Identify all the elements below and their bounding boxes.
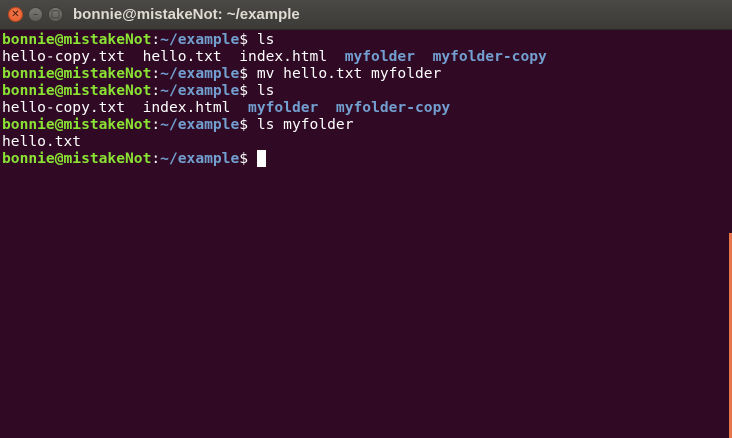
prompt-separator: : bbox=[151, 65, 161, 82]
maximize-button[interactable]: □ bbox=[48, 7, 63, 22]
file-entry: hello.txt bbox=[142, 48, 222, 65]
directory-entry: myfolder-copy bbox=[335, 99, 451, 116]
terminal-line: hello-copy.txt hello.txt index.html myfo… bbox=[2, 48, 732, 65]
file-entry: index.html bbox=[142, 99, 231, 116]
prompt-separator: : bbox=[151, 116, 161, 133]
prompt-path: ~/example bbox=[160, 150, 240, 167]
text-cursor bbox=[256, 150, 266, 167]
terminal-line: bonnie@mistakeNot:~/example$ ls myfolder bbox=[2, 116, 732, 133]
prompt-separator: : bbox=[151, 150, 161, 167]
window-controls: ✕ – □ bbox=[8, 7, 63, 22]
prompt-user-host: bonnie@mistakeNot bbox=[2, 116, 152, 133]
close-button[interactable]: ✕ bbox=[8, 7, 23, 22]
prompt-separator: : bbox=[151, 82, 161, 99]
window-title: bonnie@mistakeNot: ~/example bbox=[73, 6, 300, 23]
prompt-symbol: $ bbox=[239, 150, 257, 167]
command-text: mv hello.txt myfolder bbox=[256, 65, 442, 82]
title-bar[interactable]: ✕ – □ bonnie@mistakeNot: ~/example bbox=[0, 0, 732, 30]
file-entry: hello-copy.txt bbox=[2, 48, 126, 65]
minimize-icon: – bbox=[33, 8, 38, 20]
terminal-line: bonnie@mistakeNot:~/example$ ls bbox=[2, 82, 732, 99]
directory-entry: myfolder bbox=[248, 99, 319, 116]
command-text: ls myfolder bbox=[256, 116, 354, 133]
prompt-user-host: bonnie@mistakeNot bbox=[2, 150, 152, 167]
file-entry: index.html bbox=[239, 48, 328, 65]
close-icon: ✕ bbox=[11, 8, 20, 20]
command-text: ls bbox=[256, 82, 275, 99]
terminal-line: bonnie@mistakeNot:~/example$ bbox=[2, 150, 732, 167]
maximize-icon: □ bbox=[50, 8, 61, 20]
terminal-window: ✕ – □ bonnie@mistakeNot: ~/example bonni… bbox=[0, 0, 732, 438]
directory-entry: myfolder bbox=[344, 48, 415, 65]
terminal-line: hello.txt bbox=[2, 133, 732, 150]
prompt-separator: : bbox=[151, 31, 161, 48]
directory-entry: myfolder-copy bbox=[432, 48, 547, 65]
command-text: ls bbox=[256, 31, 275, 48]
terminal-line: bonnie@mistakeNot:~/example$ ls bbox=[2, 31, 732, 48]
prompt-user-host: bonnie@mistakeNot bbox=[2, 82, 152, 99]
file-entry: hello-copy.txt bbox=[2, 99, 126, 116]
file-entry: hello.txt bbox=[2, 133, 82, 150]
prompt-symbol: $ bbox=[239, 116, 257, 133]
terminal-output[interactable]: bonnie@mistakeNot:~/example$ ls hello-co… bbox=[0, 30, 732, 438]
prompt-symbol: $ bbox=[239, 31, 257, 48]
prompt-path: ~/example bbox=[160, 31, 240, 48]
minimize-button[interactable]: – bbox=[28, 7, 43, 22]
terminal-line: bonnie@mistakeNot:~/example$ mv hello.tx… bbox=[2, 65, 732, 82]
prompt-user-host: bonnie@mistakeNot bbox=[2, 31, 152, 48]
prompt-path: ~/example bbox=[160, 82, 240, 99]
prompt-path: ~/example bbox=[160, 116, 240, 133]
prompt-symbol: $ bbox=[239, 65, 257, 82]
prompt-user-host: bonnie@mistakeNot bbox=[2, 65, 152, 82]
prompt-symbol: $ bbox=[239, 82, 257, 99]
prompt-path: ~/example bbox=[160, 65, 240, 82]
terminal-line: hello-copy.txt index.html myfolder myfol… bbox=[2, 99, 732, 116]
